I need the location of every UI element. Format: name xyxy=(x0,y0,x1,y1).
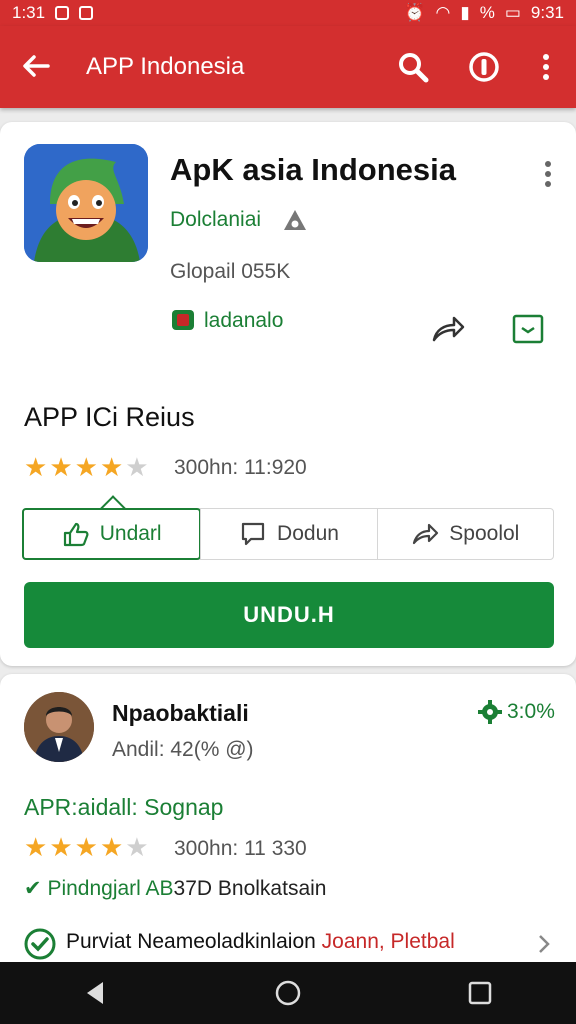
app-size: Glopail 055K xyxy=(170,260,291,283)
notification-icon xyxy=(55,6,70,20)
share-icon[interactable] xyxy=(428,312,466,346)
alarm-icon: ⏰ xyxy=(404,3,426,22)
thumb-up-icon xyxy=(63,522,89,547)
status-time-left: 1:31 xyxy=(12,3,46,22)
app-name: ApK asia Indonesia xyxy=(170,152,456,187)
check-text-green: Pindngjarl AB xyxy=(47,877,174,900)
more-vert-icon[interactable] xyxy=(530,50,562,84)
wifi-icon: ◠ xyxy=(435,3,451,22)
check-icon: ✔ xyxy=(24,877,42,900)
star-icon: ★ xyxy=(49,832,73,862)
verified-label: ladanalo xyxy=(204,309,284,332)
tab-dodun[interactable]: Dodun xyxy=(200,509,376,559)
developer-badge-icon xyxy=(284,210,306,230)
battery-icon: ▭ xyxy=(504,3,521,22)
avatar[interactable] xyxy=(24,692,94,762)
star-icon: ★ xyxy=(99,452,124,482)
share-icon xyxy=(413,523,439,545)
rating-count: 300hn: 11:920 xyxy=(174,456,307,479)
comment-icon xyxy=(241,522,265,546)
ratings-title: APP ICi Reius xyxy=(24,402,195,432)
rating-stars: ★ ★ ★ ★ ★ xyxy=(24,454,149,480)
review-card: Npaobaktiali 3:0% Andil: 42(% @) APR:aid… xyxy=(0,674,576,974)
system-nav-bar xyxy=(0,962,576,1024)
status-time-right: 9:31 xyxy=(530,3,564,22)
app-bar: APP Indonesia xyxy=(0,26,576,108)
status-bar: 1:31 ⏰ ◠ ▮ % ▭ 9:31 xyxy=(0,0,576,26)
star-icon: ★ xyxy=(74,832,98,862)
tab-spoolol[interactable]: Spoolol xyxy=(376,509,553,559)
app-detail-card: ApK asia Indonesia Dolclaniai Glopail 05… xyxy=(0,122,576,666)
star-icon: ★ xyxy=(99,832,124,862)
star-icon: ★ xyxy=(49,452,73,482)
battery-label: % xyxy=(479,3,495,22)
star-icon: ★ xyxy=(125,832,149,862)
notification-icon xyxy=(79,6,94,20)
check-text-dark: 37D Bnolkatsain xyxy=(173,877,327,900)
more-vert-icon[interactable] xyxy=(534,158,562,190)
star-icon: ★ xyxy=(125,452,149,482)
chevron-right-icon xyxy=(539,935,550,953)
search-icon[interactable] xyxy=(396,50,430,84)
verified-badge-icon xyxy=(172,310,194,330)
check-circle-icon xyxy=(24,928,56,960)
review-percent: 3:0% xyxy=(507,700,555,723)
developer-name[interactable]: Dolclaniai xyxy=(170,208,261,232)
review-meta: Andil: 42(% @) xyxy=(112,738,254,761)
nav-home-icon[interactable] xyxy=(273,978,303,1008)
star-icon: ★ xyxy=(24,832,48,862)
nav-recents-icon[interactable] xyxy=(465,978,495,1008)
wishlist-icon[interactable] xyxy=(510,312,546,346)
gear-icon xyxy=(478,700,502,724)
download-button[interactable]: UNDU.H xyxy=(24,582,554,648)
review-rating-count: 300hn: 11 330 xyxy=(174,837,307,860)
review-stars: ★ ★ ★ ★ ★ xyxy=(24,834,149,860)
star-icon: ★ xyxy=(74,452,98,482)
review-detail-row[interactable]: Purviat Neameoladkinlaion Joann, Pletbal xyxy=(24,928,554,962)
tab-label: Spoolol xyxy=(449,522,520,545)
tab-label: Undarl xyxy=(99,522,162,545)
nav-back-icon[interactable] xyxy=(81,978,111,1008)
info-icon[interactable] xyxy=(467,50,501,84)
signal-icon: ▮ xyxy=(460,3,470,22)
reviewer-name: Npaobaktiali xyxy=(112,700,249,726)
check-line: ✔ Pindngjarl AB37D Bnolkatsain xyxy=(24,876,326,901)
review-label: APR:aidall: Sognap xyxy=(24,794,224,820)
detail-text-red: Joann, Pletbal xyxy=(321,930,455,953)
review-detail-text: Purviat Neameoladkinlaion Joann, Pletbal xyxy=(66,930,455,954)
app-bar-title: APP Indonesia xyxy=(86,53,245,80)
action-tabs: Undarl Dodun Spoolol xyxy=(22,508,554,560)
app-logo[interactable] xyxy=(24,144,148,262)
back-arrow-icon[interactable] xyxy=(20,50,52,82)
detail-text-main: Purviat Neameoladkinlaion xyxy=(66,930,316,953)
star-icon: ★ xyxy=(24,452,48,482)
tab-undarl[interactable]: Undarl xyxy=(22,508,202,560)
tab-label: Dodun xyxy=(277,522,339,545)
